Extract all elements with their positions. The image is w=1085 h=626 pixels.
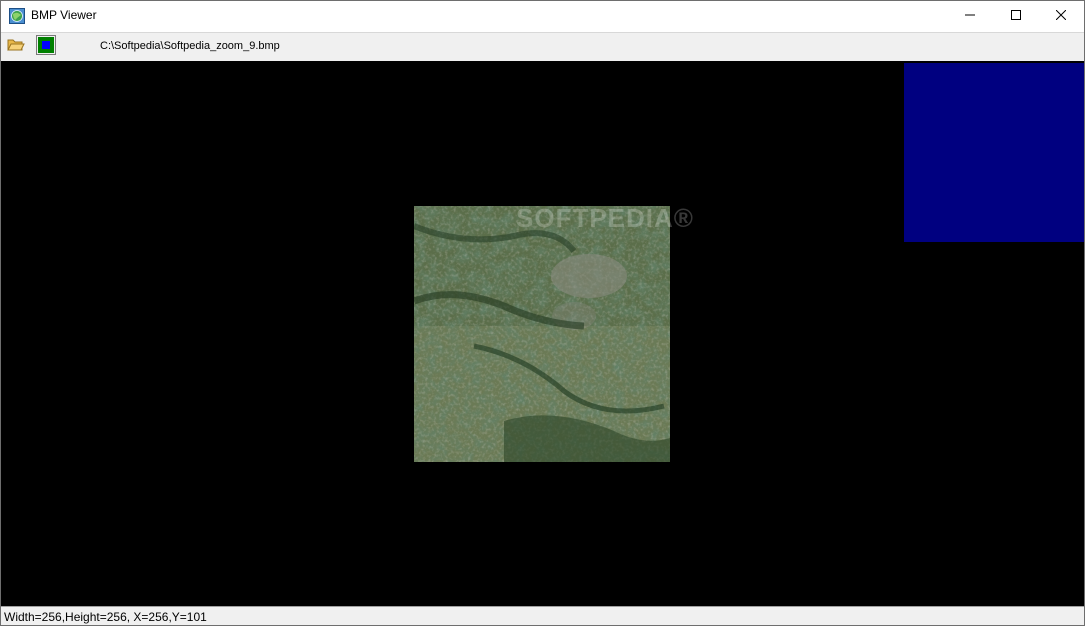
maximize-icon (1011, 7, 1021, 25)
maximize-button[interactable] (993, 1, 1039, 31)
toolbar: C:\Softpedia\Softpedia_zoom_9.bmp (1, 32, 1084, 62)
close-button[interactable] (1038, 1, 1084, 31)
open-folder-icon (7, 37, 25, 58)
bmp-viewer-app-icon (9, 8, 25, 24)
title-bar[interactable]: BMP Viewer (1, 1, 1084, 31)
status-text: Width=256,Height=256, X=256,Y=101 (4, 610, 207, 624)
minimize-button[interactable] (947, 1, 993, 31)
close-icon (1055, 7, 1067, 25)
bmp-viewer-window: BMP Viewer C:\Softpedia\Softpedia_zoom_9… (0, 0, 1085, 626)
color-swatch-icon (36, 34, 56, 60)
softpedia-watermark: SOFTPEDIA® (516, 203, 694, 233)
bitmap-image[interactable] (414, 206, 670, 462)
background-color-button[interactable] (35, 34, 57, 60)
status-bar: Width=256,Height=256, X=256,Y=101 (1, 606, 1084, 625)
image-canvas[interactable]: SOFTPEDIA® (1, 61, 1084, 606)
open-file-button[interactable] (5, 36, 27, 58)
color-swatch-preview (904, 63, 1084, 242)
minimize-icon (965, 7, 975, 25)
file-path-label: C:\Softpedia\Softpedia_zoom_9.bmp (100, 40, 280, 52)
window-title: BMP Viewer (31, 8, 97, 22)
